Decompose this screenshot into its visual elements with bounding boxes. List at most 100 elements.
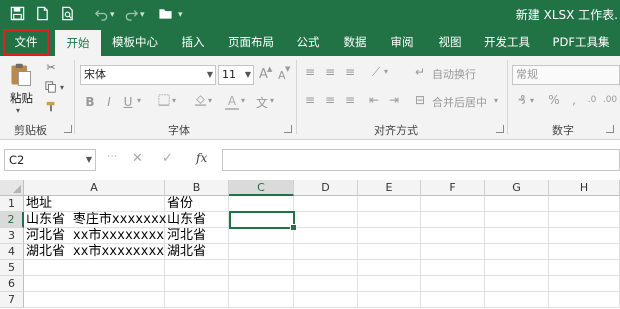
select-all-button[interactable] — [0, 180, 24, 196]
column-header-b[interactable]: B — [165, 180, 229, 196]
enter-icon[interactable]: ✓ — [162, 151, 173, 166]
cell-g3[interactable] — [485, 228, 549, 244]
cell-e4[interactable] — [358, 244, 421, 260]
comma-style-icon[interactable]: , — [566, 92, 582, 108]
new-file-icon[interactable] — [33, 4, 51, 22]
fill-color-dropdown-icon[interactable]: ▾ — [208, 96, 212, 105]
active-cell-border[interactable] — [229, 211, 297, 231]
undo-dropdown-icon[interactable]: ▾ — [110, 10, 115, 20]
font-size-select[interactable]: 11 ▼ — [218, 65, 254, 85]
bold-button[interactable]: B — [82, 94, 98, 110]
cell-e7[interactable] — [358, 292, 421, 308]
formula-input[interactable] — [222, 149, 620, 171]
underline-dropdown-icon[interactable]: ▾ — [137, 96, 141, 105]
cell-b1[interactable]: 省份 — [165, 196, 229, 212]
row-header-7[interactable]: 7 — [0, 292, 24, 308]
align-middle-icon[interactable]: ≡ — [322, 64, 338, 80]
wrap-text-button[interactable]: 自动换行 — [432, 66, 476, 82]
merge-center-button[interactable]: 合并后居中 — [432, 94, 487, 110]
font-name-select[interactable]: 宋体 ▼ — [80, 65, 216, 85]
cell-g4[interactable] — [485, 244, 549, 260]
cell-d6[interactable] — [294, 276, 358, 292]
column-header-f[interactable]: F — [421, 180, 485, 196]
undo-icon[interactable] — [92, 4, 110, 22]
cell-g1[interactable] — [485, 196, 549, 212]
cell-a1[interactable]: 地址 — [24, 196, 165, 212]
column-header-d[interactable]: D — [294, 180, 358, 196]
cell-e1[interactable] — [358, 196, 421, 212]
copy-dropdown-icon[interactable]: ▾ — [60, 83, 64, 92]
cell-c6[interactable] — [229, 276, 294, 292]
cell-h6[interactable] — [549, 276, 620, 292]
open-folder-icon[interactable] — [156, 4, 174, 22]
cell-a2[interactable]: 山东省 枣庄市xxxxxxx — [24, 212, 167, 228]
cell-c5[interactable] — [229, 260, 294, 276]
merge-center-icon[interactable]: ⊟ — [412, 92, 428, 108]
column-header-g[interactable]: G — [485, 180, 549, 196]
row-header-6[interactable]: 6 — [0, 276, 24, 292]
font-color-dropdown-icon[interactable]: ▾ — [241, 96, 245, 105]
paste-button[interactable] — [8, 62, 38, 114]
cell-d5[interactable] — [294, 260, 358, 276]
cell-g5[interactable] — [485, 260, 549, 276]
column-header-c[interactable]: C — [229, 180, 294, 196]
cell-g2[interactable] — [485, 212, 549, 228]
tab-developer[interactable]: 开发工具 — [476, 28, 538, 56]
cell-f1[interactable] — [421, 196, 485, 212]
borders-icon[interactable] — [156, 94, 172, 110]
tab-review[interactable]: 审阅 — [380, 28, 424, 56]
cell-b6[interactable] — [165, 276, 229, 292]
cell-b4[interactable]: 湖北省 — [165, 244, 229, 260]
cell-b2[interactable]: 山东省 — [165, 212, 229, 228]
cell-b5[interactable] — [165, 260, 229, 276]
cell-h2[interactable] — [549, 212, 620, 228]
cell-a5[interactable] — [24, 260, 165, 276]
orientation-icon[interactable]: ⟋ — [368, 64, 384, 80]
row-header-2[interactable]: 2 — [0, 212, 24, 228]
save-icon[interactable] — [8, 4, 26, 22]
italic-button[interactable]: I — [101, 94, 117, 110]
align-center-icon[interactable]: ≡ — [322, 92, 338, 108]
cell-f4[interactable] — [421, 244, 485, 260]
alignment-launcher-icon[interactable] — [496, 125, 504, 133]
cell-h4[interactable] — [549, 244, 620, 260]
percent-icon[interactable]: % — [546, 92, 562, 108]
copy-icon[interactable] — [44, 80, 58, 94]
accounting-dropdown-icon[interactable]: ▾ — [530, 96, 534, 105]
cell-d4[interactable] — [294, 244, 358, 260]
cell-a4[interactable]: 湖北省 xx市xxxxxxxx — [24, 244, 165, 260]
cell-d1[interactable] — [294, 196, 358, 212]
cell-h3[interactable] — [549, 228, 620, 244]
more-icon[interactable]: ⋮ — [106, 151, 117, 161]
cell-e2[interactable] — [358, 212, 421, 228]
paste-dropdown-icon[interactable]: ▾ — [16, 106, 20, 115]
cut-icon[interactable]: ✂ — [44, 60, 58, 74]
cell-a6[interactable] — [24, 276, 165, 292]
font-color-icon[interactable]: A — [224, 93, 240, 109]
redo-dropdown-icon[interactable]: ▾ — [140, 10, 145, 20]
cell-f2[interactable] — [421, 212, 485, 228]
column-header-a[interactable]: A — [24, 180, 165, 196]
cell-g7[interactable] — [485, 292, 549, 308]
tab-page-layout[interactable]: 页面布局 — [220, 28, 282, 56]
tab-formulas[interactable]: 公式 — [286, 28, 330, 56]
cell-a7[interactable] — [24, 292, 165, 308]
cell-a3[interactable]: 河北省 xx市xxxxxxxx — [24, 228, 165, 244]
cell-e3[interactable] — [358, 228, 421, 244]
format-painter-icon[interactable] — [44, 100, 58, 114]
wrap-text-icon[interactable]: ↵ — [412, 64, 428, 80]
tab-view[interactable]: 视图 — [428, 28, 472, 56]
cell-b3[interactable]: 河北省 — [165, 228, 229, 244]
number-launcher-icon[interactable] — [606, 125, 614, 133]
tab-pdf-tools[interactable]: PDF工具集 — [542, 28, 620, 56]
fill-color-icon[interactable] — [192, 94, 208, 110]
cell-f7[interactable] — [421, 292, 485, 308]
customize-toolbar-icon[interactable]: ▾ — [178, 10, 183, 20]
decrease-indent-icon[interactable]: ⇤ — [366, 92, 382, 108]
cell-h7[interactable] — [549, 292, 620, 308]
cell-h5[interactable] — [549, 260, 620, 276]
cell-f5[interactable] — [421, 260, 485, 276]
merge-dropdown-icon[interactable]: ▾ — [494, 96, 498, 105]
cell-d7[interactable] — [294, 292, 358, 308]
cell-e6[interactable] — [358, 276, 421, 292]
